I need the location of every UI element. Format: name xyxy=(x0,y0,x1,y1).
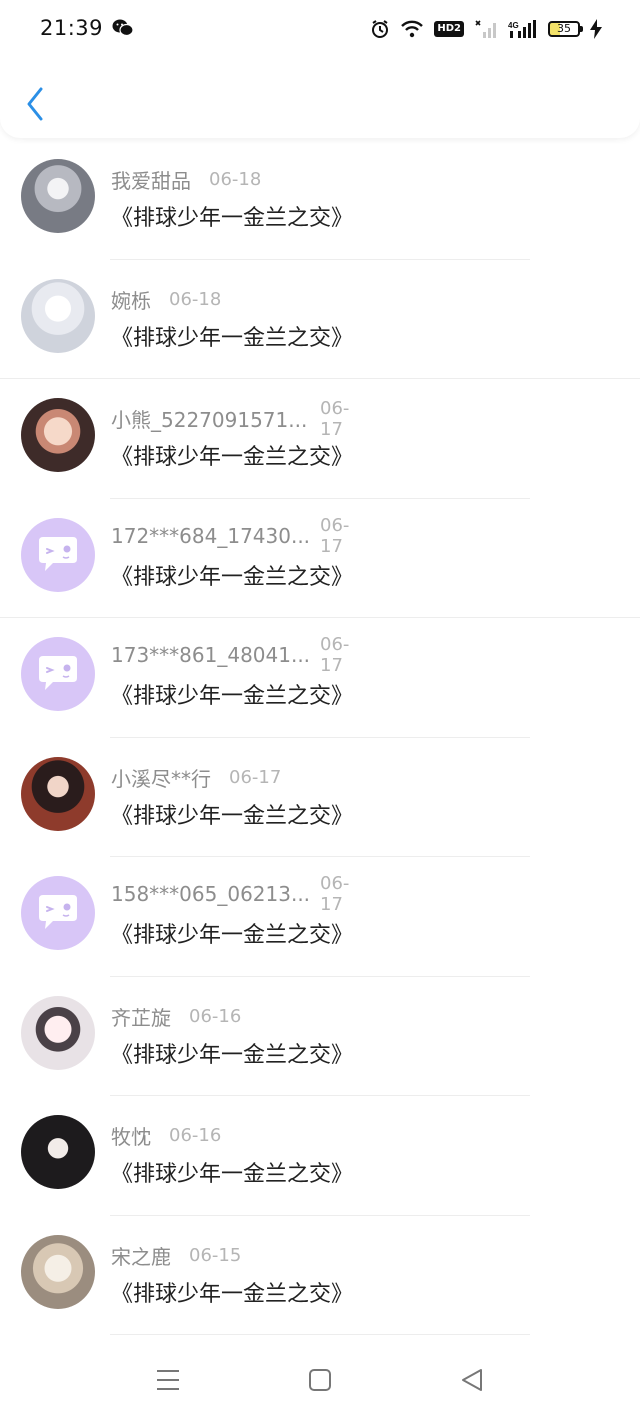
message-list: 我爱甜品 06-18 《排球少年一金兰之交》 婉栎 06-18 《排球少年一金兰… xyxy=(0,140,640,1335)
list-item[interactable]: 172***684_17430... 06-17 《排球少年一金兰之交》 xyxy=(0,499,640,618)
menu-button[interactable] xyxy=(154,1366,182,1394)
list-item[interactable]: 小熊_5227091571... 06-17 《排球少年一金兰之交》 xyxy=(0,379,640,499)
item-message[interactable]: 《排球少年一金兰之交》 xyxy=(111,917,353,949)
list-item[interactable]: 婉栎 06-18 《排球少年一金兰之交》 xyxy=(0,260,640,379)
item-message[interactable]: 《排球少年一金兰之交》 xyxy=(111,678,353,710)
avatar[interactable] xyxy=(21,278,95,353)
item-message[interactable]: 《排球少年一金兰之交》 xyxy=(111,320,353,352)
hd-network-badge: HD2 xyxy=(434,21,464,37)
list-item[interactable]: 我爱甜品 06-18 《排球少年一金兰之交》 xyxy=(0,140,640,260)
avatar[interactable] xyxy=(21,637,95,711)
item-date: 06-17 xyxy=(229,766,282,788)
item-meta: 我爱甜品 06-18 xyxy=(111,165,261,194)
avatar[interactable] xyxy=(21,876,95,950)
avatar[interactable] xyxy=(21,517,95,592)
item-date: 06-18 xyxy=(169,288,222,310)
avatar[interactable] xyxy=(21,159,95,233)
item-meta: 小熊_5227091571... 06-17 xyxy=(111,398,349,440)
item-meta: 宋之鹿 06-15 xyxy=(111,1241,241,1270)
item-date: 06-16 xyxy=(189,1005,242,1027)
back-triangle-icon xyxy=(462,1369,482,1391)
avatar[interactable] xyxy=(21,1115,95,1189)
alarm-icon xyxy=(370,19,390,39)
avatar[interactable] xyxy=(21,995,95,1070)
charging-bolt-icon xyxy=(590,19,602,39)
user-name[interactable]: 牧忱 xyxy=(111,1121,151,1150)
item-date: 06-17 xyxy=(320,873,350,915)
user-name[interactable]: 172***684_17430... xyxy=(111,524,310,548)
item-meta: 齐芷旋 06-16 xyxy=(111,1002,241,1031)
item-meta: 小溪尽**行 06-17 xyxy=(111,763,281,792)
list-item[interactable]: 小溪尽**行 06-17 《排球少年一金兰之交》 xyxy=(0,738,640,857)
system-nav-bar xyxy=(0,1338,640,1422)
battery-level: 35 xyxy=(557,22,571,35)
chevron-left-icon xyxy=(27,87,43,121)
user-name[interactable]: 小溪尽**行 xyxy=(111,763,211,792)
status-time: 21:39 xyxy=(40,16,104,40)
avatar[interactable] xyxy=(21,756,95,831)
svg-text:4G: 4G xyxy=(508,21,519,30)
battery-icon: 35 xyxy=(548,21,583,37)
list-item[interactable]: 158***065_06213... 06-17 《排球少年一金兰之交》 xyxy=(0,857,640,977)
menu-icon xyxy=(157,1370,179,1390)
chat-bubble-icon xyxy=(39,656,77,690)
user-name[interactable]: 173***861_48041... xyxy=(111,643,310,667)
wechat-icon xyxy=(112,18,134,38)
status-bar: 21:39 HD2 4G 35 xyxy=(0,0,640,56)
user-name[interactable]: 齐芷旋 xyxy=(111,1002,171,1031)
avatar[interactable] xyxy=(21,398,95,472)
status-icons: HD2 4G 35 xyxy=(370,16,602,42)
item-meta: 158***065_06213... 06-17 xyxy=(111,873,349,915)
item-message[interactable]: 《排球少年一金兰之交》 xyxy=(111,798,353,830)
home-square-icon xyxy=(309,1369,331,1391)
item-message[interactable]: 《排球少年一金兰之交》 xyxy=(111,559,353,591)
item-meta: 172***684_17430... 06-17 xyxy=(111,515,349,557)
avatar[interactable] xyxy=(21,1234,95,1309)
user-name[interactable]: 158***065_06213... xyxy=(111,882,310,906)
item-message[interactable]: 《排球少年一金兰之交》 xyxy=(111,1276,353,1308)
wifi-icon xyxy=(400,20,424,38)
list-item[interactable]: 173***861_48041... 06-17 《排球少年一金兰之交》 xyxy=(0,618,640,738)
signal-sim2-icon: 4G xyxy=(508,19,538,39)
item-date: 06-15 xyxy=(189,1244,242,1266)
item-message[interactable]: 《排球少年一金兰之交》 xyxy=(111,1037,353,1069)
signal-sim1-icon xyxy=(474,19,498,39)
list-item[interactable]: 牧忱 06-16 《排球少年一金兰之交》 xyxy=(0,1096,640,1216)
chat-bubble-icon xyxy=(39,895,77,929)
user-name[interactable]: 小熊_5227091571... xyxy=(111,404,307,433)
user-name[interactable]: 婉栎 xyxy=(111,285,151,314)
item-meta: 牧忱 06-16 xyxy=(111,1121,221,1150)
item-date: 06-16 xyxy=(169,1125,222,1146)
user-name[interactable]: 宋之鹿 xyxy=(111,1241,171,1270)
back-nav-button[interactable] xyxy=(458,1366,486,1394)
top-header: 21:39 HD2 4G 35 xyxy=(0,0,640,138)
item-meta: 173***861_48041... 06-17 xyxy=(111,634,349,676)
list-item[interactable]: 齐芷旋 06-16 《排球少年一金兰之交》 xyxy=(0,977,640,1096)
item-date: 06-18 xyxy=(209,169,262,190)
item-date: 06-17 xyxy=(320,634,350,676)
item-message[interactable]: 《排球少年一金兰之交》 xyxy=(111,200,353,232)
back-button[interactable] xyxy=(20,86,50,122)
chat-bubble-icon xyxy=(39,536,77,571)
item-date: 06-17 xyxy=(320,397,350,440)
item-meta: 婉栎 06-18 xyxy=(111,285,221,314)
list-item[interactable]: 宋之鹿 06-15 《排球少年一金兰之交》 xyxy=(0,1216,640,1335)
item-message[interactable]: 《排球少年一金兰之交》 xyxy=(111,439,353,471)
divider xyxy=(110,1334,530,1335)
item-date: 06-17 xyxy=(320,514,350,557)
home-button[interactable] xyxy=(306,1366,334,1394)
user-name[interactable]: 我爱甜品 xyxy=(111,165,191,194)
item-message[interactable]: 《排球少年一金兰之交》 xyxy=(111,1156,353,1188)
